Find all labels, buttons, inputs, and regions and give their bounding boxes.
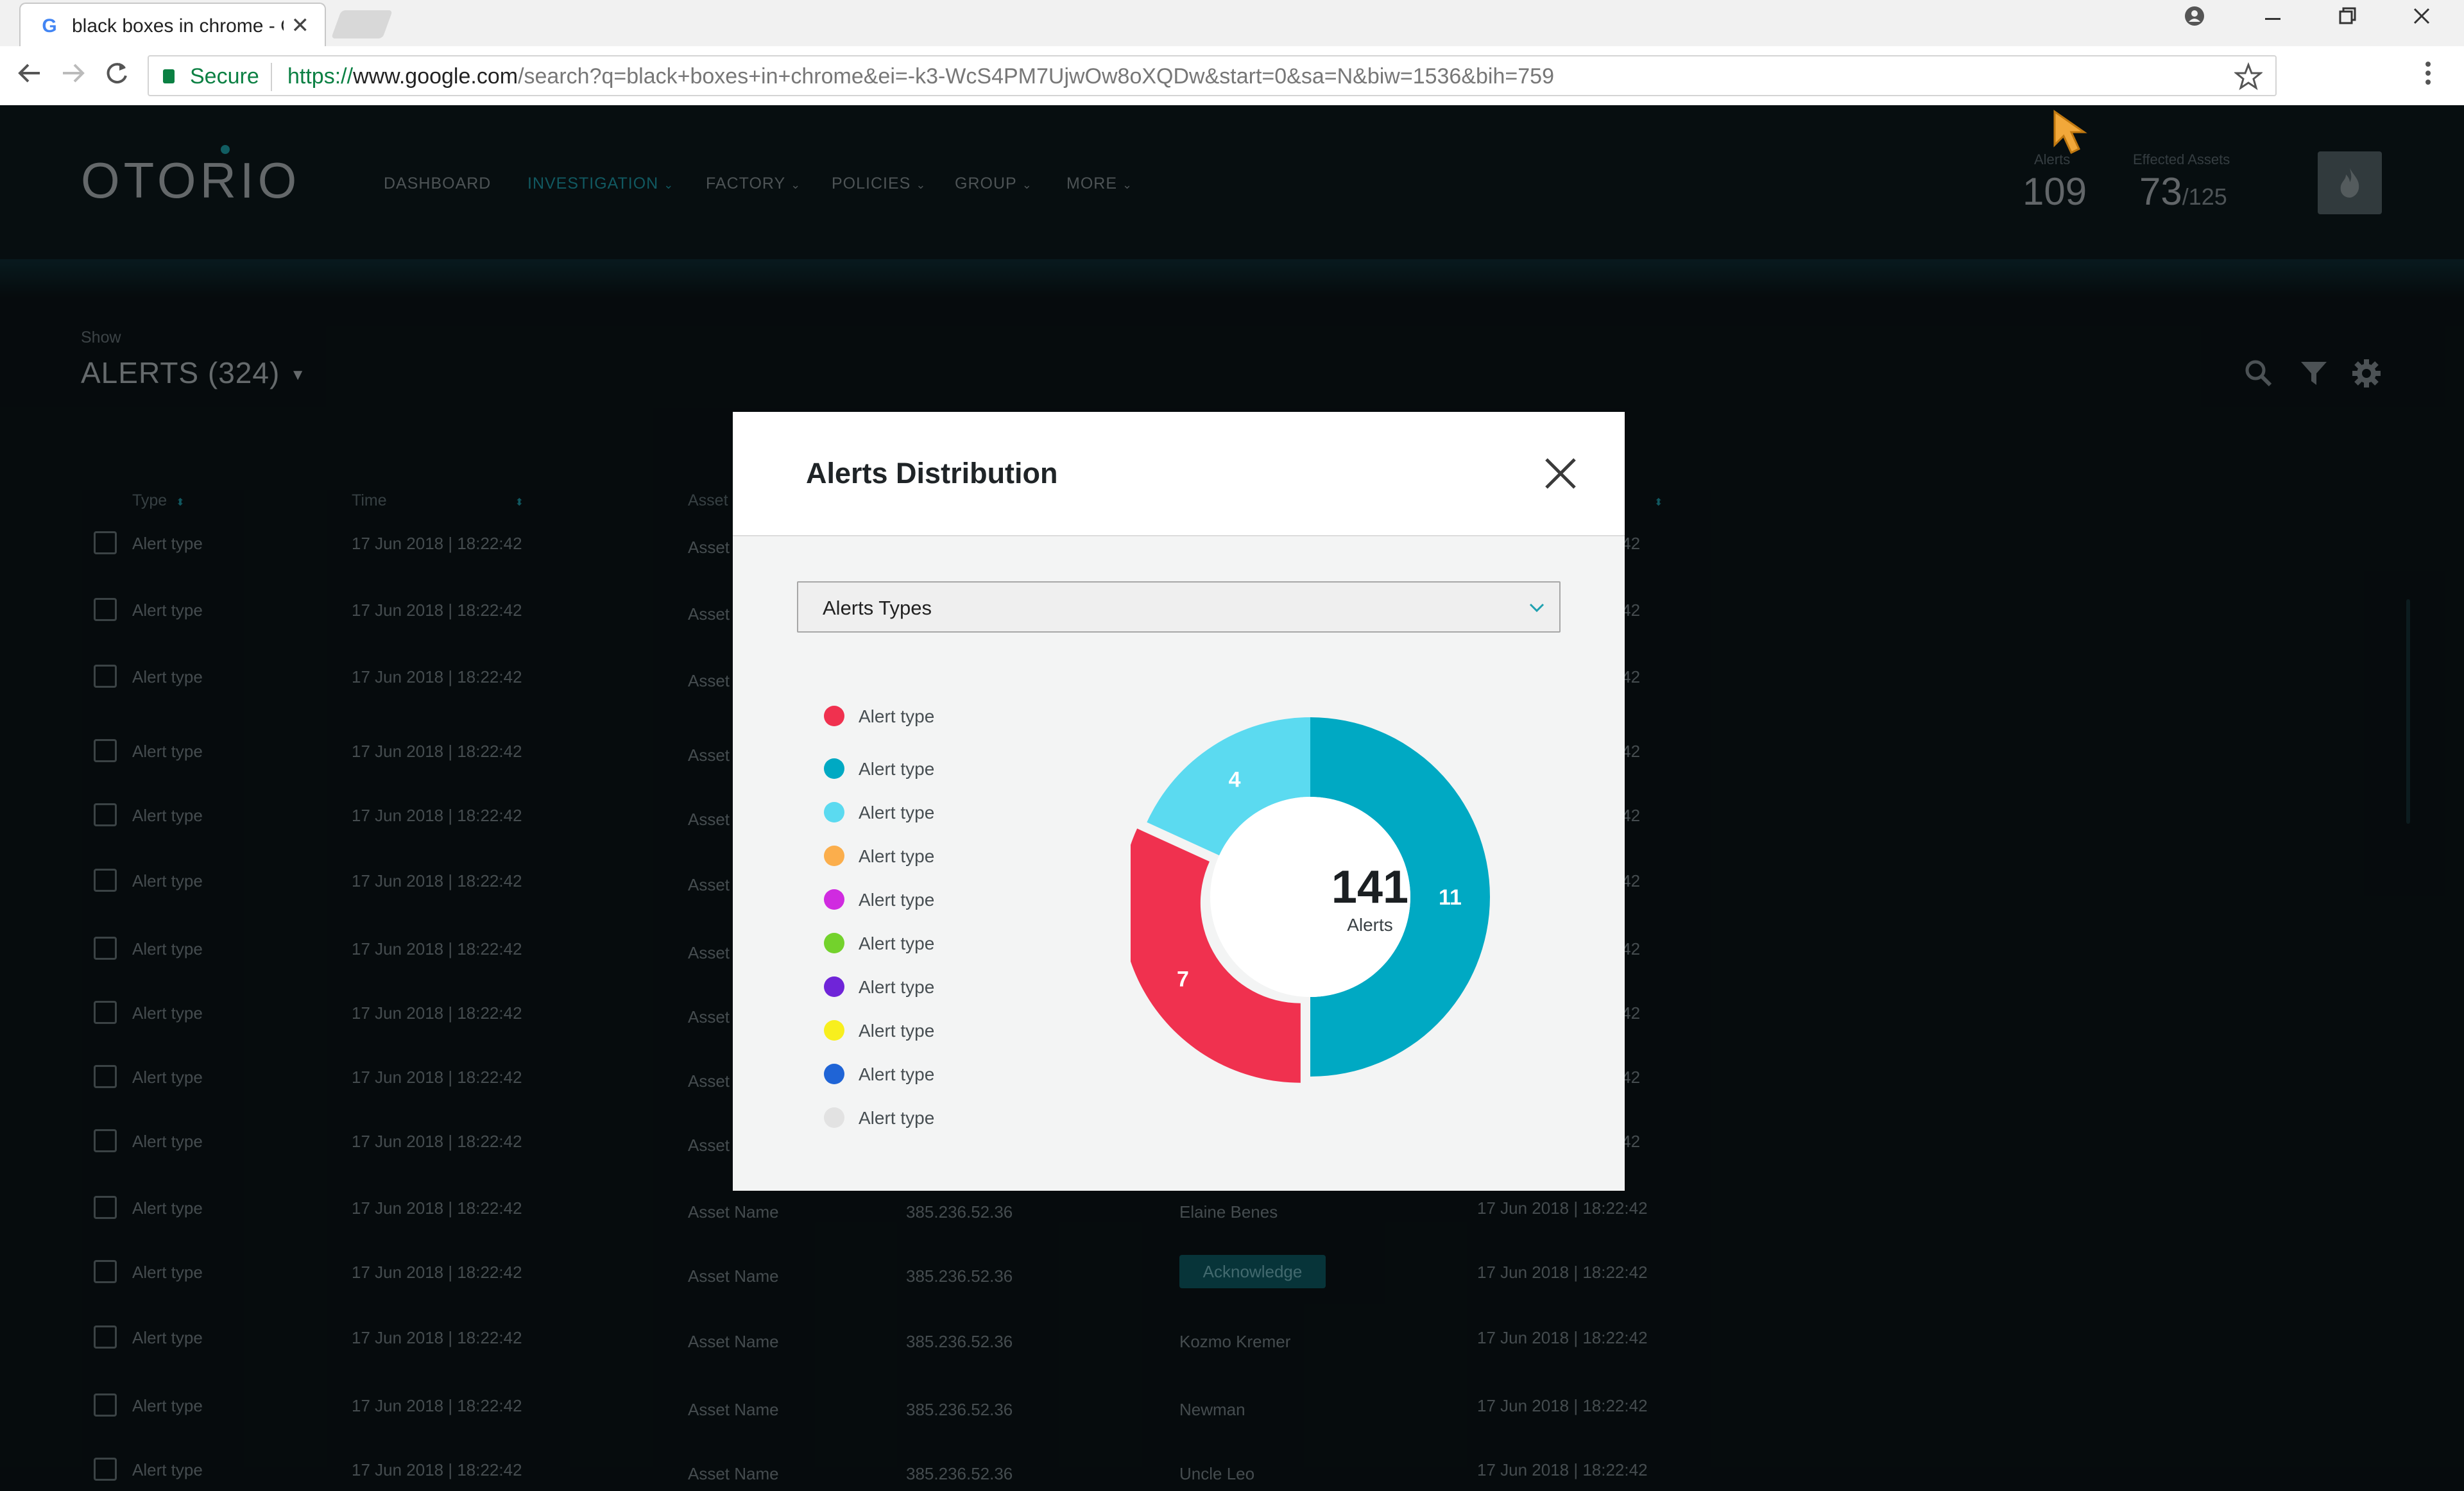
reload-icon[interactable] [103,59,131,94]
donut-slice-label: 11 [1439,885,1462,910]
browser-chrome: G black boxes in chrome - G ✕ Secure htt… [0,0,2464,105]
url-text[interactable]: https://www.google.com/search?q=black+bo… [287,64,1554,89]
legend-dot-icon [824,1107,844,1128]
donut-slice-label: 7 [1177,967,1189,992]
tab-title: black boxes in chrome - G [72,15,284,37]
legend-label: Alert type [859,1021,935,1041]
legend-dot-icon [824,706,844,726]
browser-menu-icon[interactable] [2424,59,2432,94]
legend-label: Alert type [859,1108,935,1128]
legend-dot-icon [824,758,844,779]
legend-dot-icon [824,802,844,822]
browser-toolbar: Secure https://www.google.com/search?q=b… [0,46,2464,105]
legend-label: Alert type [859,1064,935,1084]
modal-header: Alerts Distribution [733,412,1625,536]
legend-dot-icon [824,889,844,910]
url-separator [271,63,272,91]
google-favicon-icon: G [42,15,57,37]
legend-dot-icon [824,933,844,953]
legend-label: Alert type [859,803,935,822]
legend-dot-icon [824,846,844,866]
chevron-down-icon [1528,602,1545,617]
legend-dot-icon [824,1064,844,1084]
select-value: Alerts Types [823,597,932,619]
account-icon[interactable] [2175,5,2214,33]
secure-label: Secure [190,64,259,89]
forward-icon[interactable] [59,59,87,94]
tab-close-icon[interactable]: ✕ [291,13,310,38]
donut-slice-label: 4 [1229,768,1241,792]
close-icon[interactable] [1543,456,1579,495]
legend-label: Alert type [859,846,935,866]
mouse-cursor-icon [2053,110,2087,155]
new-tab-button[interactable] [330,10,393,38]
legend-label: Alert type [859,890,935,910]
donut-total-label: Alerts [1347,915,1393,935]
browser-tab[interactable]: G black boxes in chrome - G ✕ [19,3,326,46]
legend-label: Alert type [859,933,935,953]
legend-label: Alert type [859,759,935,779]
address-bar[interactable]: Secure https://www.google.com/search?q=b… [148,55,2277,96]
close-window-icon[interactable] [2402,5,2441,33]
star-icon[interactable] [2233,60,2264,99]
legend-dot-icon [824,976,844,997]
alerts-distribution-modal: Alerts Distribution Alerts Types Alert t… [733,412,1625,1191]
minimize-icon[interactable] [2254,5,2292,33]
legend-label: Alert type [859,977,935,997]
modal-title: Alerts Distribution [806,457,1058,490]
donut-total: 141 [1331,862,1409,913]
restore-icon[interactable] [2328,5,2366,33]
tab-strip: G black boxes in chrome - G ✕ [0,0,2464,46]
back-icon[interactable] [15,59,44,94]
legend-dot-icon [824,1020,844,1041]
alerts-types-select[interactable]: Alerts Types [797,581,1561,633]
legend-label: Alert type [859,706,935,726]
lock-icon [163,69,175,83]
